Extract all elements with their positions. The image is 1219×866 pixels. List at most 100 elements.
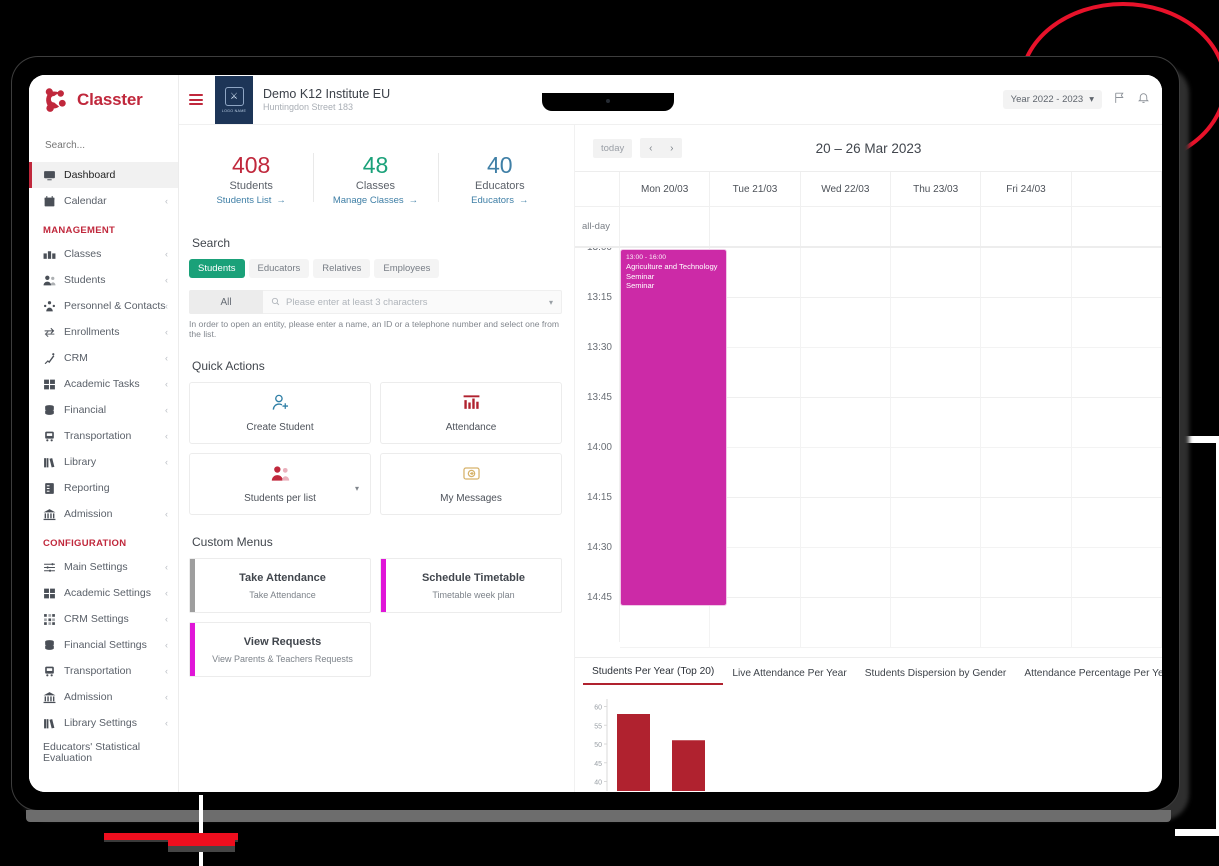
calendar-slot[interactable] [981,298,1072,348]
sidebar-item-classes[interactable]: Classes ‹ [29,241,178,267]
calendar-prev-button[interactable]: ‹ [640,138,661,158]
quick-action-students-per-list[interactable]: Students per list ▾ [189,453,371,516]
search-scope-button[interactable]: All [189,290,263,315]
sidebar-search[interactable] [29,125,178,162]
sidebar-item-financial[interactable]: Financial ‹ [29,397,178,423]
calendar-slot[interactable] [800,548,891,598]
calendar-slot[interactable] [890,348,982,398]
chart-tab-0[interactable]: Students Per Year (Top 20) [583,666,724,685]
sidebar-search-input[interactable] [45,140,155,151]
flag-icon[interactable] [1113,91,1126,109]
chart-tab-2[interactable]: Students Dispersion by Gender [856,668,1016,685]
stat-link[interactable]: Educators → [438,195,562,206]
sidebar-item-dashboard[interactable]: Dashboard [29,162,178,188]
calendar-slot[interactable] [890,398,982,448]
calendar-slot[interactable] [890,298,982,348]
calendar-slot[interactable] [1071,248,1162,298]
sidebar-item-label: Academic Settings [64,587,151,599]
calendar-allday-cell[interactable] [891,207,982,246]
calendar-slot[interactable] [1071,498,1162,548]
sidebar-item-admission[interactable]: Admission ‹ [29,684,178,710]
sidebar: Classter Dashboard Calendar ‹ MANAGEMENT Cla… [29,75,179,792]
chevron-down-icon[interactable]: ▾ [355,484,359,493]
search-tab-relatives[interactable]: Relatives [313,259,371,279]
bell-icon[interactable] [1137,91,1150,109]
sidebar-item-personnel-contacts[interactable]: Personnel & Contacts ‹ [29,293,178,319]
calendar-allday-cell[interactable] [981,207,1072,246]
sidebar-item-students[interactable]: Students ‹ [29,267,178,293]
calendar-allday-cell[interactable] [620,207,711,246]
calendar-slot[interactable] [800,298,891,348]
calendar-slot[interactable] [890,248,982,298]
sidebar-item-transportation[interactable]: Transportation ‹ [29,423,178,449]
search-tab-educators[interactable]: Educators [248,259,310,279]
custom-menu-view-requests[interactable]: View Requests View Parents & Teachers Req… [189,622,371,678]
calendar-slot[interactable] [1071,398,1162,448]
calendar-slot[interactable] [981,548,1072,598]
calendar-slot[interactable] [710,598,801,648]
search-input-wrapper[interactable]: Please enter at least 3 characters ▾ [263,290,562,315]
sidebar-item-crm-settings[interactable]: CRM Settings ‹ [29,606,178,632]
calendar-slot[interactable] [981,498,1072,548]
search-tab-students[interactable]: Students [189,259,245,279]
calendar-slot[interactable] [1071,348,1162,398]
sidebar-item-library[interactable]: Library ‹ [29,449,178,475]
brand[interactable]: Classter [29,75,178,125]
calendar-slot[interactable] [890,548,982,598]
sidebar-item-educators-statistical-evaluation[interactable]: Educators' Statistical Evaluation [29,736,178,770]
quick-action-create-student[interactable]: Create Student [189,382,371,445]
calendar-event[interactable]: 13:00 - 16:00 Agriculture and Technology… [621,250,726,605]
custom-menu-schedule-timetable[interactable]: Schedule Timetable Timetable week plan [380,558,562,614]
calendar-slot[interactable] [981,598,1072,648]
sidebar-item-calendar[interactable]: Calendar ‹ [29,188,178,214]
calendar-allday-cell[interactable] [710,207,801,246]
sidebar-item-library-settings[interactable]: Library Settings ‹ [29,710,178,736]
calendar-slot[interactable] [1071,548,1162,598]
sidebar-item-admission[interactable]: Admission ‹ [29,501,178,527]
sidebar-item-crm[interactable]: CRM ‹ [29,345,178,371]
calendar-allday-cell[interactable] [1072,207,1162,246]
calendar-slot[interactable] [1071,298,1162,348]
calendar-allday-cell[interactable] [801,207,891,246]
calendar-slot[interactable] [1071,598,1162,648]
calendar-slot[interactable] [800,398,891,448]
custom-menu-take-attendance[interactable]: Take Attendance Take Attendance [189,558,371,614]
stat-link-text: Manage Classes [332,195,404,207]
stat-link[interactable]: Students List → [189,195,313,206]
calendar-slot[interactable] [800,598,891,648]
calendar-slot[interactable] [981,248,1072,298]
sidebar-item-financial-settings[interactable]: Financial Settings ‹ [29,632,178,658]
stat-link[interactable]: Manage Classes → [313,195,437,206]
calendar-slot[interactable] [981,398,1072,448]
calendar-slot[interactable] [620,598,711,648]
calendar-slot[interactable] [1071,448,1162,498]
quick-action-label: Create Student [246,422,314,434]
sidebar-item-academic-settings[interactable]: Academic Settings ‹ [29,580,178,606]
sidebar-item-main-settings[interactable]: Main Settings ‹ [29,554,178,580]
calendar-slot[interactable] [800,248,891,298]
calendar-slot[interactable] [890,598,982,648]
calendar-slot[interactable] [800,348,891,398]
sidebar-item-academic-tasks[interactable]: Academic Tasks ‹ [29,371,178,397]
chart-tab-1[interactable]: Live Attendance Per Year [723,668,855,685]
sidebar-item-transportation[interactable]: Transportation ‹ [29,658,178,684]
chevron-down-icon[interactable]: ▾ [549,298,553,307]
quick-action-label: My Messages [440,493,502,505]
quick-action-attendance[interactable]: Attendance [380,382,562,445]
chart-tab-3[interactable]: Attendance Percentage Per Year (Top [1015,668,1162,685]
calendar-today-button[interactable]: today [593,138,633,158]
search-tab-employees[interactable]: Employees [374,259,440,279]
calendar-slot[interactable] [890,498,982,548]
sidebar-item-enrollments[interactable]: Enrollments ‹ [29,319,178,345]
calendar-body[interactable]: 13:0013:1513:3013:4514:0014:1514:3014:45… [575,248,1162,657]
hamburger-icon[interactable] [189,94,203,105]
sidebar-item-reporting[interactable]: Reporting [29,475,178,501]
calendar-slot[interactable] [981,348,1072,398]
calendar-next-button[interactable]: › [661,138,682,158]
calendar-slot[interactable] [981,448,1072,498]
calendar-slot[interactable] [890,448,982,498]
calendar-slot[interactable] [800,448,891,498]
quick-action-my-messages[interactable]: My Messages [380,453,562,516]
year-selector[interactable]: Year 2022 - 2023 ▾ [1002,90,1102,109]
calendar-slot[interactable] [800,498,891,548]
